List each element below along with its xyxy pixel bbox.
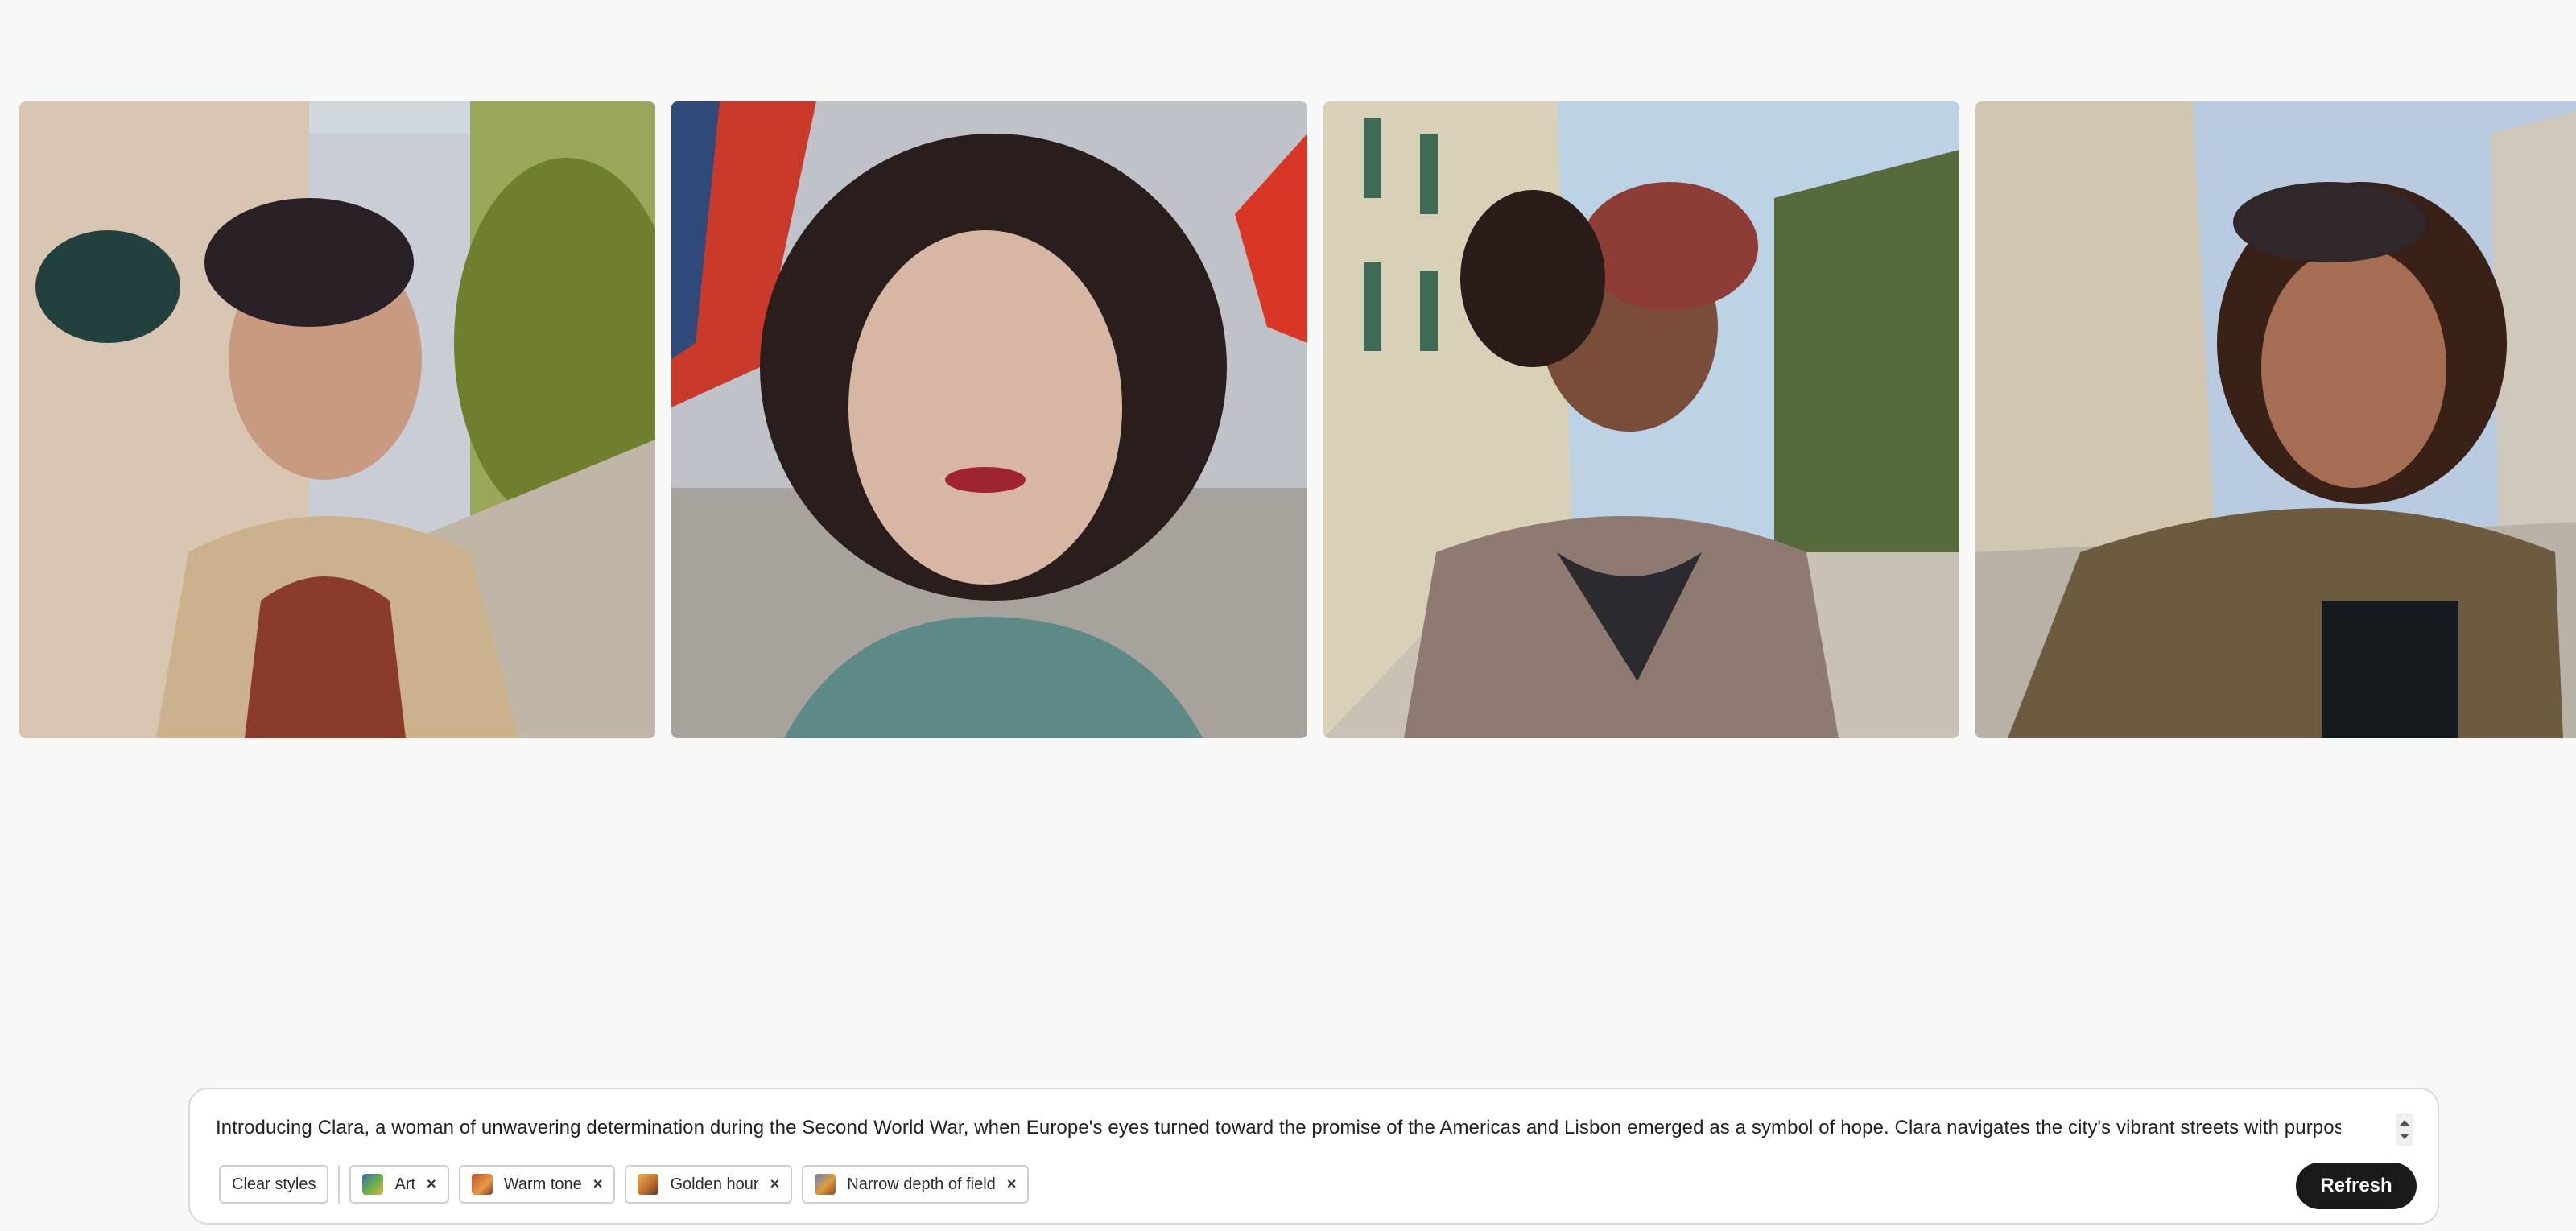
remove-chip-icon[interactable]: ×: [1007, 1175, 1017, 1194]
remove-chip-icon[interactable]: ×: [593, 1175, 603, 1194]
prompt-scroll-stepper[interactable]: [2396, 1113, 2413, 1146]
prompt-textarea[interactable]: Introducing Clara, a woman of unwavering…: [216, 1117, 2341, 1139]
clear-styles-label: Clear styles: [232, 1175, 316, 1193]
style-chip-label: Narrow depth of field: [847, 1175, 996, 1193]
portrait-image-1: [19, 101, 655, 738]
scroll-up-icon[interactable]: [2400, 1120, 2409, 1126]
gallery-image-2[interactable]: [671, 101, 1307, 738]
style-chip-row: Clear styles Art × Warm tone × Golden ho…: [219, 1165, 1030, 1204]
refresh-label: Refresh: [2320, 1175, 2392, 1196]
style-chip-label: Art: [394, 1175, 416, 1193]
style-chip-narrow-depth-of-field[interactable]: Narrow depth of field ×: [802, 1165, 1030, 1204]
remove-chip-icon[interactable]: ×: [427, 1175, 436, 1194]
chip-divider: [338, 1165, 341, 1204]
image-gallery: [19, 101, 2576, 738]
portrait-image-2: [671, 101, 1307, 738]
clear-styles-button[interactable]: Clear styles: [219, 1165, 329, 1204]
remove-chip-icon[interactable]: ×: [770, 1175, 780, 1194]
style-chip-art[interactable]: Art ×: [349, 1165, 449, 1204]
golden-hour-thumbnail-icon: [638, 1174, 659, 1195]
gallery-image-3[interactable]: [1323, 101, 1959, 738]
style-chip-label: Warm tone: [503, 1175, 582, 1193]
style-chip-warm-tone[interactable]: Warm tone ×: [458, 1165, 616, 1204]
warm-tone-thumbnail-icon: [471, 1174, 493, 1195]
art-style-thumbnail-icon: [362, 1174, 384, 1195]
portrait-image-4: [1975, 101, 2576, 738]
style-chip-label: Golden hour: [670, 1175, 759, 1193]
scroll-down-icon[interactable]: [2400, 1134, 2409, 1139]
style-chip-golden-hour[interactable]: Golden hour ×: [625, 1165, 793, 1204]
gallery-image-1[interactable]: [19, 101, 655, 738]
portrait-image-3: [1323, 101, 1959, 738]
refresh-button[interactable]: Refresh: [2296, 1163, 2417, 1209]
gallery-image-4[interactable]: [1975, 101, 2576, 738]
prompt-panel: Introducing Clara, a woman of unwavering…: [188, 1088, 2439, 1225]
depth-of-field-thumbnail-icon: [815, 1174, 836, 1195]
